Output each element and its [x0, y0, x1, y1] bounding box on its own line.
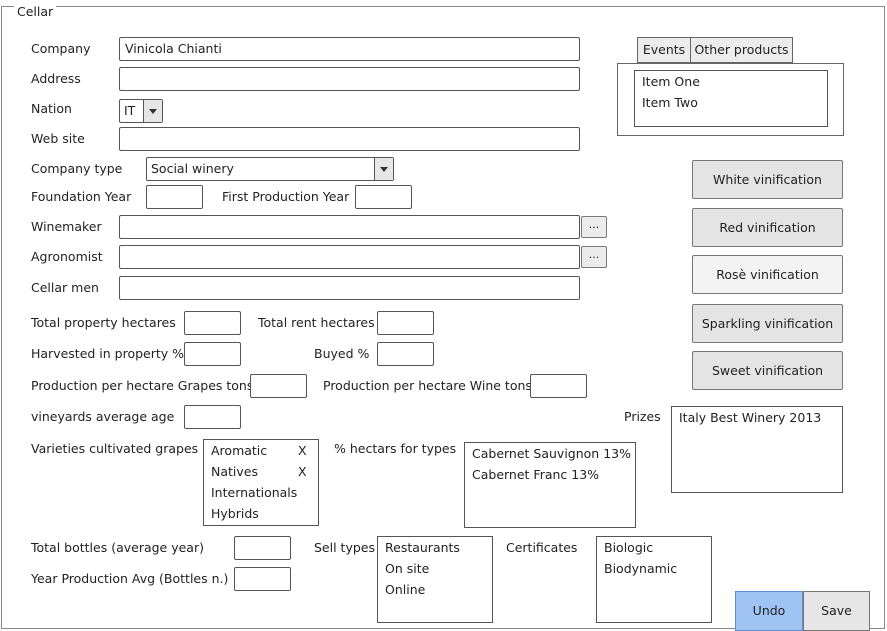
nation-label: Nation	[31, 101, 72, 116]
sell-types-list[interactable]: Restaurants On site Online	[377, 536, 493, 623]
certificates-label: Certificates	[506, 540, 578, 555]
address-label: Address	[31, 71, 81, 86]
website-label: Web site	[31, 131, 85, 146]
vineyards-age-input[interactable]	[184, 405, 241, 429]
save-button[interactable]: Save	[803, 591, 870, 631]
list-item[interactable]: Restaurants	[385, 540, 460, 556]
vineyards-age-label: vineyards average age	[31, 409, 175, 424]
cellar-title: Cellar	[14, 5, 57, 19]
company-label: Company	[31, 41, 91, 56]
foundation-year-label: Foundation Year	[31, 189, 132, 204]
total-rent-hectares-input[interactable]	[377, 311, 434, 335]
company-type-label: Company type	[31, 161, 123, 176]
tab-item-list[interactable]: Item One Item Two	[634, 70, 828, 127]
hectars-types-list[interactable]: Cabernet Sauvignon 13% Cabernet Franc 13…	[464, 442, 636, 528]
chevron-down-icon[interactable]	[143, 100, 162, 122]
year-production-label: Year Production Avg (Bottles n.)	[31, 571, 229, 586]
website-input[interactable]	[119, 127, 580, 151]
agronomist-input[interactable]	[119, 245, 580, 269]
list-item[interactable]: Hybrids	[211, 506, 259, 522]
sparkling-vinification-button[interactable]: Sparkling vinification	[692, 304, 843, 343]
production-wine-label: Production per hectare Wine tons	[323, 378, 532, 393]
cellar-men-input[interactable]	[119, 276, 580, 300]
prizes-list[interactable]: Italy Best Winery 2013	[671, 406, 843, 493]
harvested-in-property-label: Harvested in property %	[31, 346, 185, 361]
sweet-vinification-button[interactable]: Sweet vinification	[692, 351, 843, 390]
hectars-types-label: % hectars for types	[334, 441, 457, 456]
selected-mark: X	[298, 464, 307, 479]
list-item[interactable]: Online	[385, 582, 425, 598]
company-type-select[interactable]: Social winery	[146, 157, 394, 181]
red-vinification-button[interactable]: Red vinification	[692, 208, 843, 247]
list-item[interactable]: Biodynamic	[604, 561, 677, 577]
list-item[interactable]: Item One	[642, 74, 700, 90]
harvested-in-property-input[interactable]	[184, 342, 241, 366]
certificates-list[interactable]: Biologic Biodynamic	[596, 536, 712, 623]
total-property-hectares-input[interactable]	[184, 311, 241, 335]
nation-select[interactable]: IT	[119, 99, 163, 123]
nation-value: IT	[124, 103, 136, 118]
production-grapes-input[interactable]	[250, 374, 307, 398]
list-item[interactable]: Biologic	[604, 540, 653, 556]
list-item[interactable]: Italy Best Winery 2013	[679, 410, 821, 426]
buyed-label: Buyed %	[314, 346, 370, 361]
chevron-down-icon[interactable]	[374, 158, 393, 180]
winemaker-browse-button[interactable]: ...	[581, 216, 607, 238]
varieties-list[interactable]: Aromatic X Natives X Internationals Hybr…	[203, 439, 319, 526]
tab-other-products[interactable]: Other products	[690, 37, 793, 63]
list-item[interactable]: Cabernet Franc 13%	[472, 467, 599, 483]
production-grapes-label: Production per hectare Grapes tons	[31, 378, 254, 393]
agronomist-browse-button[interactable]: ...	[581, 246, 607, 268]
prizes-label: Prizes	[624, 409, 661, 424]
tab-events[interactable]: Events	[637, 37, 691, 63]
rose-vinification-button[interactable]: Rosè vinification	[692, 255, 843, 294]
cellar-men-label: Cellar men	[31, 280, 99, 295]
company-type-value: Social winery	[151, 161, 234, 176]
list-item[interactable]: Natives	[211, 464, 258, 480]
tab-panel: Item One Item Two	[617, 63, 844, 136]
list-item[interactable]: Item Two	[642, 95, 698, 111]
total-property-hectares-label: Total property hectares	[31, 315, 176, 330]
varieties-label: Varieties cultivated grapes	[31, 441, 199, 456]
list-item[interactable]: Aromatic	[211, 443, 267, 459]
winemaker-input[interactable]	[119, 215, 580, 239]
total-rent-hectares-label: Total rent hectares	[258, 315, 375, 330]
sell-types-label: Sell types	[314, 540, 375, 555]
white-vinification-button[interactable]: White vinification	[692, 160, 843, 199]
first-production-year-label: First Production Year	[222, 189, 350, 204]
year-production-input[interactable]	[234, 567, 291, 591]
list-item[interactable]: Internationals	[211, 485, 297, 501]
total-bottles-input[interactable]	[234, 536, 291, 560]
address-input[interactable]	[119, 67, 580, 91]
foundation-year-input[interactable]	[146, 185, 203, 209]
list-item[interactable]: Cabernet Sauvignon 13%	[472, 446, 631, 462]
total-bottles-label: Total bottles (average year)	[31, 540, 204, 555]
first-production-year-input[interactable]	[355, 185, 412, 209]
selected-mark: X	[298, 443, 307, 458]
company-input[interactable]: Vinicola Chianti	[119, 37, 580, 61]
winemaker-label: Winemaker	[31, 219, 102, 234]
list-item[interactable]: On site	[385, 561, 429, 577]
undo-button[interactable]: Undo	[735, 591, 803, 631]
production-wine-input[interactable]	[530, 374, 587, 398]
buyed-input[interactable]	[377, 342, 434, 366]
agronomist-label: Agronomist	[31, 249, 103, 264]
